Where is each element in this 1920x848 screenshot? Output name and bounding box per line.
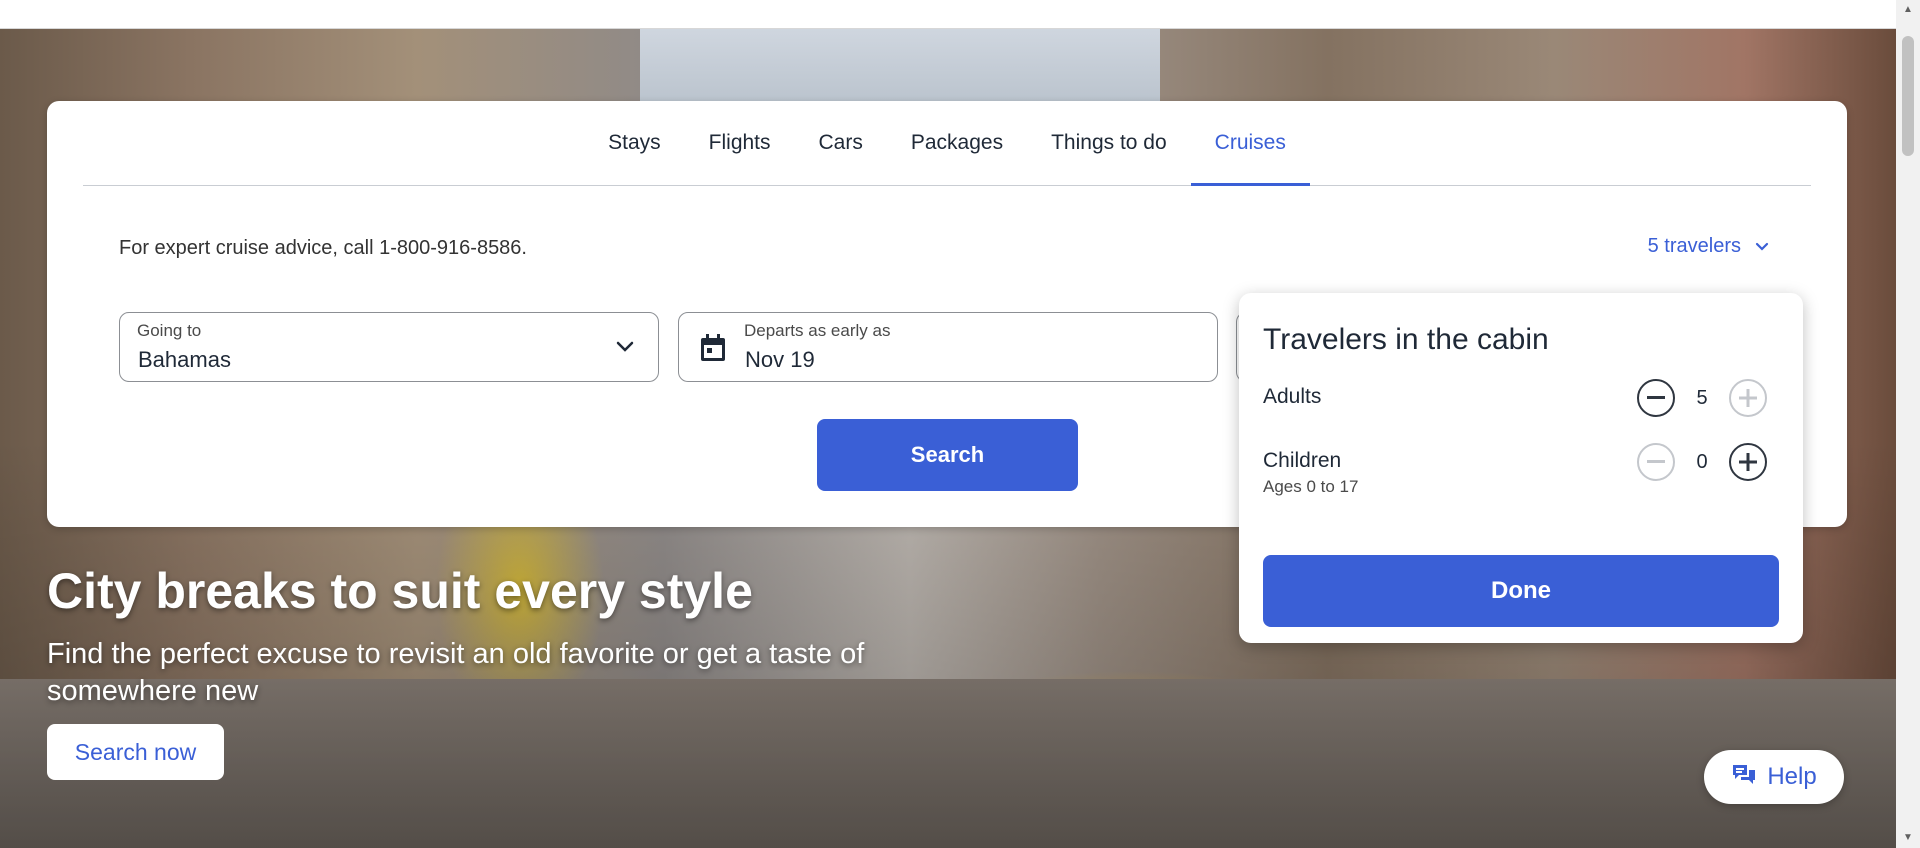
adults-row: Adults 5 bbox=[1263, 379, 1779, 445]
promo-title: City breaks to suit every style bbox=[47, 563, 753, 619]
page-scrollbar[interactable]: ▲ ▼ bbox=[1896, 0, 1920, 848]
adults-stepper: 5 bbox=[1637, 379, 1767, 417]
children-age-note: Ages 0 to 17 bbox=[1263, 477, 1359, 496]
tab-flights[interactable]: Flights bbox=[685, 101, 795, 185]
adults-label: Adults bbox=[1263, 385, 1322, 408]
children-stepper: 0 bbox=[1637, 443, 1767, 481]
chat-icon bbox=[1731, 762, 1757, 793]
minus-icon bbox=[1647, 396, 1665, 399]
browser-top-bar bbox=[0, 0, 1896, 29]
children-row: Children Ages 0 to 17 0 bbox=[1263, 443, 1779, 509]
children-increase-button[interactable] bbox=[1729, 443, 1767, 481]
product-tabs: Stays Flights Cars Packages Things to do… bbox=[83, 101, 1811, 186]
chevron-down-icon bbox=[1755, 235, 1769, 258]
going-to-value: Bahamas bbox=[138, 347, 231, 372]
scroll-down-icon[interactable]: ▼ bbox=[1896, 830, 1920, 846]
children-count: 0 bbox=[1696, 450, 1708, 473]
chevron-down-icon bbox=[614, 335, 636, 362]
departs-date-field[interactable]: Departs as early as Nov 19 bbox=[678, 312, 1218, 382]
done-button[interactable]: Done bbox=[1263, 555, 1779, 627]
tab-cars[interactable]: Cars bbox=[795, 101, 887, 185]
calendar-icon bbox=[699, 333, 727, 368]
travelers-popover: Travelers in the cabin Adults 5 Children… bbox=[1239, 293, 1803, 643]
children-label: Children bbox=[1263, 449, 1342, 472]
adults-count: 5 bbox=[1696, 386, 1708, 409]
popover-title: Travelers in the cabin bbox=[1263, 323, 1549, 356]
scrollbar-thumb[interactable] bbox=[1902, 36, 1914, 156]
tab-stays[interactable]: Stays bbox=[584, 101, 685, 185]
departs-label: Departs as early as bbox=[744, 321, 891, 340]
promo-subtitle: Find the perfect excuse to revisit an ol… bbox=[47, 638, 865, 707]
minus-icon bbox=[1647, 460, 1665, 463]
adults-increase-button[interactable] bbox=[1729, 379, 1767, 417]
tab-things-to-do[interactable]: Things to do bbox=[1027, 101, 1191, 185]
travelers-dropdown[interactable]: 5 travelers bbox=[1648, 235, 1769, 258]
scroll-up-icon[interactable]: ▲ bbox=[1896, 2, 1920, 18]
tab-cruises[interactable]: Cruises bbox=[1190, 101, 1311, 186]
going-to-field[interactable]: Going to Bahamas bbox=[119, 312, 659, 382]
search-now-button[interactable]: Search now bbox=[47, 724, 224, 780]
departs-value: Nov 19 bbox=[745, 347, 815, 372]
going-to-label: Going to bbox=[137, 321, 202, 340]
help-button[interactable]: Help bbox=[1704, 750, 1844, 804]
plus-icon bbox=[1739, 453, 1757, 471]
help-label: Help bbox=[1767, 763, 1817, 790]
search-button[interactable]: Search bbox=[817, 419, 1078, 491]
adults-decrease-button[interactable] bbox=[1637, 379, 1675, 417]
plus-icon bbox=[1739, 389, 1757, 407]
tab-packages[interactable]: Packages bbox=[887, 101, 1027, 185]
cruise-advice-text: For expert cruise advice, call 1-800-916… bbox=[119, 237, 527, 259]
children-decrease-button[interactable] bbox=[1637, 443, 1675, 481]
travelers-summary: 5 travelers bbox=[1647, 235, 1741, 257]
